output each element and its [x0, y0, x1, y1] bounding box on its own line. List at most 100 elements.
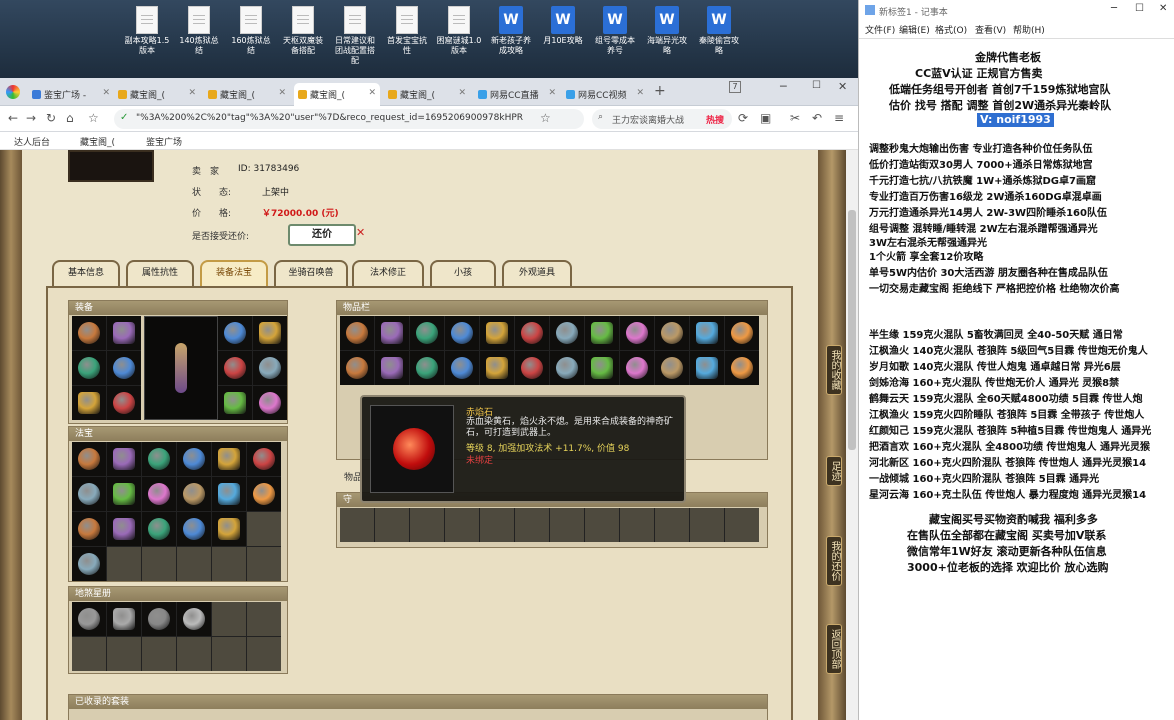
tab-3[interactable]: 坐骑召唤兽 [274, 260, 348, 286]
item-slot[interactable] [177, 512, 211, 546]
item-slot[interactable] [515, 351, 549, 385]
item-slot[interactable] [340, 351, 374, 385]
item-slot[interactable] [107, 477, 141, 511]
item-slot[interactable] [253, 351, 287, 385]
item-slot[interactable] [177, 442, 211, 476]
item-slot[interactable] [480, 316, 514, 350]
item-slot[interactable] [212, 512, 246, 546]
item-slot[interactable] [142, 602, 176, 636]
menu-item[interactable]: 查看(V) [975, 23, 1006, 36]
star-icon[interactable]: ☆ [540, 111, 551, 125]
item-slot[interactable] [480, 351, 514, 385]
item-slot[interactable] [107, 351, 141, 385]
item-slot[interactable] [725, 351, 759, 385]
maximize-button[interactable]: ☐ [812, 80, 821, 91]
desktop-icon-1[interactable]: 140炼狱总结 [176, 6, 222, 56]
browser-tab[interactable]: 藏宝阁_(✕ [204, 83, 290, 106]
close-tab-icon[interactable]: ✕ [458, 88, 466, 98]
bookmark-star-icon[interactable]: ☆ [88, 111, 99, 125]
item-slot[interactable] [212, 442, 246, 476]
tab-2[interactable]: 装备法宝 [200, 260, 268, 286]
item-slot[interactable] [445, 351, 479, 385]
extension-icon[interactable]: ▣ [760, 111, 771, 125]
item-slot[interactable] [107, 386, 141, 420]
item-slot[interactable] [690, 316, 724, 350]
home-icon[interactable]: ⌂ [66, 111, 74, 125]
item-slot[interactable] [410, 351, 444, 385]
scissors-icon[interactable]: ✂ [790, 111, 800, 125]
item-slot[interactable] [655, 316, 689, 350]
np-minimize-button[interactable]: ─ [1111, 3, 1117, 14]
item-slot[interactable] [107, 512, 141, 546]
item-slot[interactable] [72, 602, 106, 636]
item-slot[interactable] [375, 316, 409, 350]
item-slot[interactable] [107, 442, 141, 476]
desktop-icon-9[interactable]: W 组号零成本养号 [592, 6, 638, 56]
item-slot[interactable] [72, 512, 106, 546]
side-button-1[interactable]: 足迹 [826, 456, 842, 486]
browser-tab[interactable]: 网易CC直播 ✕ [474, 83, 560, 106]
item-slot[interactable] [177, 602, 211, 636]
close-tab-icon[interactable]: ✕ [278, 88, 286, 98]
desktop-icon-0[interactable]: 副本攻略1.5版本 [124, 6, 170, 56]
search-input[interactable]: ⌕ 王力宏谈离婚大战 热搜 [592, 109, 732, 129]
side-button-3[interactable]: 返回顶部 [826, 624, 842, 674]
desktop-icon-11[interactable]: W 秦陵偷宫攻略 [696, 6, 742, 56]
tab-4[interactable]: 法术修正 [352, 260, 424, 286]
close-tab-icon[interactable]: ✕ [548, 88, 556, 98]
item-slot[interactable] [725, 316, 759, 350]
notepad-text-area[interactable]: 金牌代售老板 CC蓝V认证 正规官方售卖 低端任务组号开创者 首创7千159炼狱地宫… [859, 38, 1174, 720]
close-window-button[interactable]: ✕ [838, 80, 847, 93]
item-slot[interactable] [253, 316, 287, 350]
menu-item[interactable]: 帮助(H) [1013, 23, 1045, 36]
counter-offer-button[interactable]: 还价 [288, 224, 356, 246]
refresh-icon[interactable]: ⟳ [738, 111, 748, 125]
item-slot[interactable] [218, 351, 252, 385]
item-slot[interactable] [247, 477, 281, 511]
item-slot[interactable] [177, 477, 211, 511]
item-slot[interactable] [107, 316, 141, 350]
menu-item[interactable]: 格式(O) [935, 23, 967, 36]
new-tab-button[interactable]: + [654, 83, 666, 99]
item-slot[interactable] [620, 316, 654, 350]
tab-1[interactable]: 属性抗性 [126, 260, 194, 286]
scroll-thumb[interactable] [848, 210, 856, 450]
item-slot[interactable] [410, 316, 444, 350]
item-slot[interactable] [550, 351, 584, 385]
minimize-button[interactable]: ─ [780, 80, 787, 93]
close-tab-icon[interactable]: ✕ [636, 88, 644, 98]
close-tab-icon[interactable]: ✕ [102, 88, 110, 98]
tab-count-badge[interactable]: 7 [729, 81, 741, 93]
browser-tab[interactable]: 藏宝阁_(✕ [114, 83, 200, 106]
desktop-icon-8[interactable]: W 月10E攻略 [540, 6, 586, 46]
desktop-icon-5[interactable]: 首发宝宝抗性 [384, 6, 430, 56]
item-slot[interactable] [212, 477, 246, 511]
item-slot[interactable] [72, 351, 106, 385]
desktop-icon-6[interactable]: 困窟谜城1.0版本 [436, 6, 482, 56]
desktop-icon-3[interactable]: 天枢双魔装备搭配 [280, 6, 326, 56]
desktop-icon-2[interactable]: 160炼狱总结 [228, 6, 274, 56]
item-slot[interactable] [247, 442, 281, 476]
tab-6[interactable]: 外观道具 [502, 260, 572, 286]
item-slot[interactable] [72, 442, 106, 476]
item-slot[interactable] [142, 477, 176, 511]
browser-logo-icon[interactable] [6, 85, 20, 99]
np-close-button[interactable]: ✕ [1159, 3, 1167, 14]
item-slot[interactable] [340, 316, 374, 350]
item-slot[interactable] [515, 316, 549, 350]
browser-tab[interactable]: 藏宝阁_(✕ [294, 83, 380, 106]
counter-close-icon[interactable]: ✕ [356, 226, 365, 239]
np-maximize-button[interactable]: ☐ [1135, 3, 1144, 14]
item-slot[interactable] [585, 316, 619, 350]
scrollbar[interactable] [846, 150, 858, 720]
tab-0[interactable]: 基本信息 [52, 260, 120, 286]
close-tab-icon[interactable]: ✕ [368, 88, 376, 98]
item-slot[interactable] [218, 386, 252, 420]
item-slot[interactable] [72, 547, 106, 581]
bookmark-daren[interactable]: 达人后台 [14, 135, 50, 148]
browser-tab[interactable]: 鉴宝广场 - ✕ [28, 83, 114, 106]
menu-item[interactable]: 编辑(E) [899, 23, 930, 36]
item-slot[interactable] [445, 316, 479, 350]
back-icon[interactable]: ← [8, 111, 18, 125]
forward-icon[interactable]: → [26, 111, 36, 125]
